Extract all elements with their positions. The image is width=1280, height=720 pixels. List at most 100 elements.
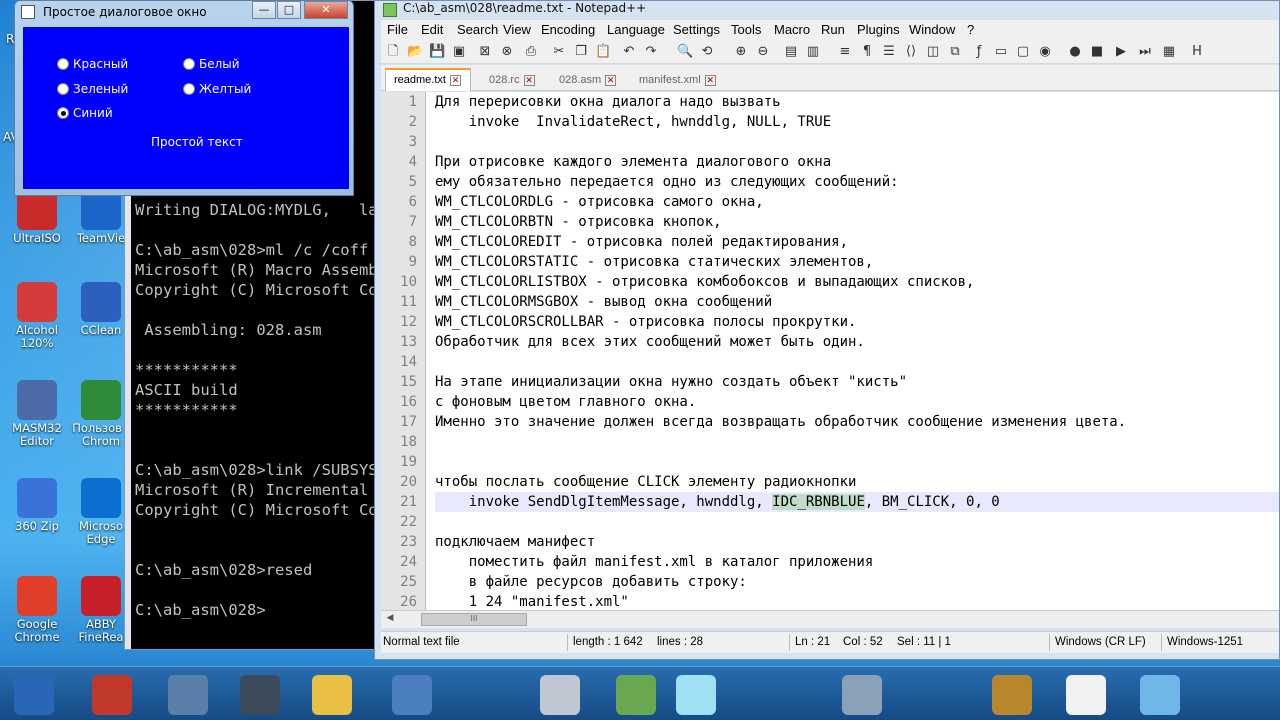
menu-plugins[interactable]: Plugins [857,22,900,37]
plugin-h-icon[interactable]: H [1189,44,1205,60]
radio-blue[interactable]: Синий [57,106,113,120]
code-line[interactable]: WM_CTLCOLOREDIT - отрисовка полей редакт… [435,232,1279,252]
desktop-icon-teamviewer[interactable]: TeamVie [70,190,132,245]
code-line[interactable]: WM_CTLCOLORDLG - отрисовка самого окна, [435,192,1279,212]
monitor-icon[interactable]: ▢ [1015,44,1031,60]
zoom-in-icon[interactable]: ⊕ [733,44,749,60]
desktop-icon-ccleaner[interactable]: CClean [70,282,132,337]
scrollbar-thumb[interactable]: III [421,613,527,626]
close-tab-icon[interactable]: ✕ [704,75,716,86]
copy-icon[interactable]: ❐ [573,44,589,60]
tab-readme[interactable]: readme.txt ✕ [385,68,471,91]
menu-file[interactable]: File [387,22,408,37]
desktop-icon-360zip[interactable]: 360 Zip [6,478,68,533]
taskbar-treasure-icon[interactable] [992,675,1032,715]
undo-icon[interactable]: ↶ [621,44,637,60]
desktop-icon-ultraiso[interactable]: UltraISO [6,190,68,245]
stop-macro-icon[interactable]: ■ [1089,44,1105,60]
taskbar-fs-icon[interactable] [92,675,132,715]
close-file-icon[interactable]: ⊠ [477,44,493,60]
print-icon[interactable]: ⎙ [523,44,539,60]
code-line[interactable]: чтобы послать сообщение CLICK элементу р… [435,472,1279,492]
folder-workspace-icon[interactable]: ▭ [993,44,1009,60]
new-file-icon[interactable]: 🗋 [385,44,401,60]
sync-v-icon[interactable]: ▤ [783,44,799,60]
code-line[interactable]: На этапе инициализации окна нужно создат… [435,372,1279,392]
radio-green[interactable]: Зеленый [57,82,128,96]
code-line[interactable]: invoke InvalidateRect, hwnddlg, NULL, TR… [435,112,1279,132]
code-line[interactable]: WM_CTLCOLORLISTBOX - отрисовка комбобокс… [435,272,1279,292]
tab-manifest[interactable]: manifest.xml ✕ [631,70,723,90]
doc-map-icon[interactable]: ◫ [925,44,941,60]
cut-icon[interactable]: ✂ [551,44,567,60]
code-line[interactable]: поместить файл manifest.xml в каталог пр… [435,552,1279,572]
taskbar-document-icon[interactable] [1066,675,1106,715]
taskbar-ida-icon[interactable] [14,675,54,715]
indent-guide-icon[interactable]: ☰ [881,44,897,60]
code-line[interactable]: 1 24 "manifest.xml" [435,592,1279,610]
code-line[interactable]: WM_CTLCOLORSTATIC - отрисовка статически… [435,252,1279,272]
desktop-icon-googlechrome[interactable]: Google Chrome [6,576,68,644]
wrap-icon[interactable]: ≡ [837,44,853,60]
radio-red[interactable]: Красный [57,57,128,71]
selected-text[interactable]: IDC_RBNBLUE [772,494,865,510]
menu-run[interactable]: Run [821,22,845,37]
menu-language[interactable]: Language [607,22,665,37]
menu-search[interactable]: Search [457,22,498,37]
menu-help[interactable]: ? [967,22,974,37]
taskbar-snowflake-icon[interactable] [676,675,716,715]
close-all-icon[interactable]: ⊗ [499,44,515,60]
menu-view[interactable]: View [503,22,531,37]
tab-028-rc[interactable]: 028.rc ✕ [481,70,545,90]
horizontal-scrollbar[interactable]: ◀ III [381,610,1279,628]
dialog-window[interactable]: Простое диалоговое окно — □ ✕ Красный Бе… [14,0,354,196]
notepadpp-window[interactable]: C:\ab_asm\028\readme.txt - Notepad++ Fil… [374,0,1280,660]
code-line[interactable]: WM_CTLCOLORBTN - отрисовка кнопок, [435,212,1279,232]
menu-edit[interactable]: Edit [421,22,443,37]
tab-028-asm[interactable]: 028.asm ✕ [551,70,627,90]
save-macro-icon[interactable]: ▦ [1161,44,1177,60]
code-line[interactable] [435,452,1279,472]
desktop-icon-edge[interactable]: Microso Edge [70,478,132,546]
open-file-icon[interactable]: 📂 [407,44,423,60]
taskbar-paint-icon[interactable] [616,675,656,715]
xml-tag-icon[interactable]: ⟨⟩ [903,44,919,60]
close-tab-icon[interactable]: ✕ [449,75,461,86]
taskbar-atom-icon[interactable] [1140,675,1180,715]
code-line[interactable]: WM_CTLCOLORSCROLLBAR - отрисовка полосы … [435,312,1279,332]
taskbar-folder-icon[interactable] [312,675,352,715]
menu-tools[interactable]: Tools [731,22,761,37]
code-line[interactable] [435,512,1279,532]
code-line[interactable] [435,352,1279,372]
zoom-out-icon[interactable]: ⊖ [755,44,771,60]
minimize-button[interactable]: — [252,1,276,19]
code-line[interactable]: с фоновым цветом главного окна. [435,392,1279,412]
close-tab-icon[interactable]: ✕ [523,75,535,86]
record-macro-icon[interactable]: ● [1067,44,1083,60]
menu-macro[interactable]: Macro [774,22,810,37]
redo-icon[interactable]: ↷ [643,44,659,60]
code-line[interactable]: Для перерисовки окна диалога надо вызват… [435,92,1279,112]
taskbar-app16-icon[interactable] [392,675,432,715]
desktop-icon-chrome-user[interactable]: Пользов - Chrom [70,380,132,448]
replace-icon[interactable]: ⟲ [699,44,715,60]
code-line[interactable]: При отрисовке каждого элемента диалогово… [435,152,1279,172]
close-button[interactable]: ✕ [304,1,348,19]
maximize-button[interactable]: □ [277,1,301,19]
all-chars-icon[interactable]: ¶ [859,44,875,60]
close-tab-icon[interactable]: ✕ [605,75,617,86]
menu-settings[interactable]: Settings [673,22,720,37]
save-all-icon[interactable]: ▣ [451,44,467,60]
taskbar-app3-icon[interactable] [168,675,208,715]
text-editor[interactable]: 1 2 3 4 5 6 7 8 9 10 11 12 13 14 15 16 17 18 19 20 21 22 23 24 2… [381,92,1279,610]
desktop-icon-masm32[interactable]: MASM32 Editor [6,380,68,448]
taskbar-search-globe-icon[interactable] [842,675,882,715]
play-macro-icon[interactable]: ▶ [1113,44,1129,60]
code-line[interactable] [435,432,1279,452]
code-line[interactable]: ему обязательно передается одно из следу… [435,172,1279,192]
taskbar-screen-recorder-icon[interactable] [540,675,580,715]
desktop-icon-abbyy[interactable]: ABBY FineRea [70,576,132,644]
paste-icon[interactable]: 📋 [595,44,611,60]
save-icon[interactable]: 💾 [429,44,445,60]
code-area[interactable]: Для перерисовки окна диалога надо вызват… [435,92,1279,610]
